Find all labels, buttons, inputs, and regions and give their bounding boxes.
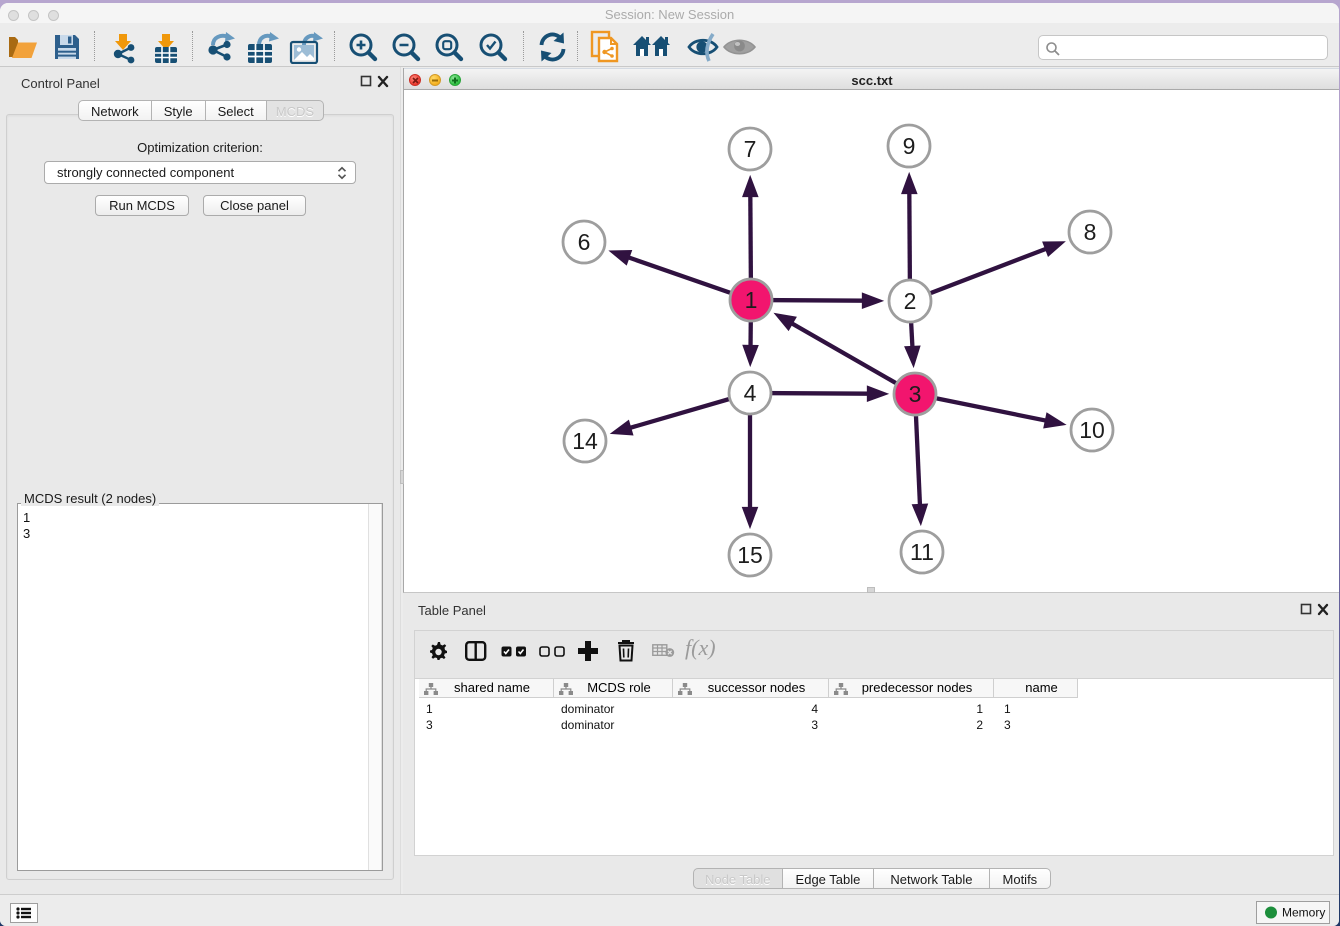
svg-text:9: 9 [903, 133, 916, 159]
svg-text:11: 11 [910, 539, 934, 565]
svg-text:7: 7 [744, 136, 757, 162]
svg-text:Memory: Memory [1282, 906, 1325, 920]
svg-text:14: 14 [572, 428, 598, 454]
svg-text:4: 4 [744, 380, 757, 406]
svg-text:15: 15 [737, 542, 763, 568]
svg-text:1: 1 [745, 287, 758, 313]
svg-text:10: 10 [1079, 417, 1105, 443]
svg-text:3: 3 [909, 381, 922, 407]
svg-text:2: 2 [904, 288, 917, 314]
svg-text:6: 6 [578, 229, 591, 255]
svg-text:8: 8 [1084, 219, 1097, 245]
